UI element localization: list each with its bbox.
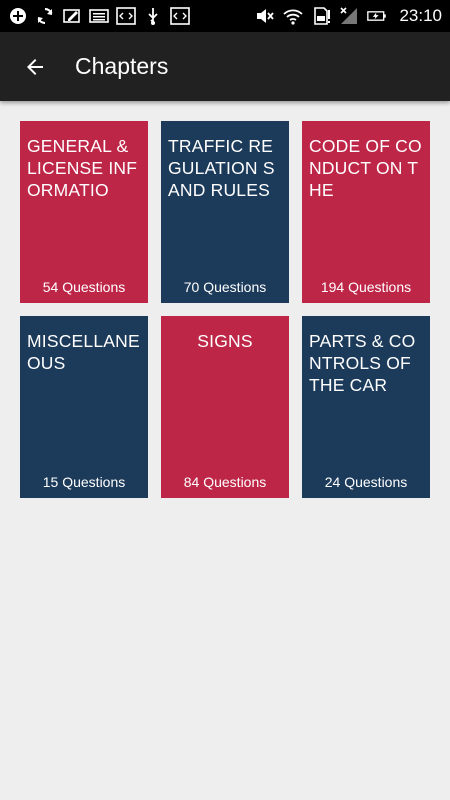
mute-icon <box>255 6 275 26</box>
chapter-title: CODE OF CONDUCT ON THE <box>309 136 422 200</box>
code-icon <box>116 6 136 26</box>
chapter-card[interactable]: PARTS & CONTROLS OF THE CAR 24 Questions <box>302 316 430 498</box>
app-bar: Chapters <box>0 32 450 101</box>
chapter-title: MISCELLANE OUS <box>27 331 140 373</box>
chapters-grid: GENERAL & LICENSE INFORMATIO 54 Question… <box>20 121 430 498</box>
chapter-card[interactable]: TRAFFIC REGULATION S AND RULES 70 Questi… <box>161 121 289 303</box>
chapter-card[interactable]: SIGNS 84 Questions <box>161 316 289 498</box>
code-icon <box>170 6 190 26</box>
chapter-title: GENERAL & LICENSE INFORMATIO <box>27 136 138 200</box>
wifi-icon <box>283 6 304 26</box>
back-button[interactable] <box>0 32 70 101</box>
status-clock: 23:10 <box>399 6 442 25</box>
chapter-card[interactable]: GENERAL & LICENSE INFORMATIO 54 Question… <box>20 121 148 303</box>
question-count: 84 Questions <box>183 474 267 490</box>
question-count: 15 Questions <box>42 474 126 490</box>
arrow-back-icon <box>27 58 43 75</box>
keyboard-icon <box>89 6 109 26</box>
usb-icon <box>143 6 163 26</box>
sync-icon <box>35 6 55 26</box>
battery-charging-icon <box>367 6 387 26</box>
chapter-title: TRAFFIC REGULATION S AND RULES <box>168 136 275 200</box>
chapter-title: SIGNS <box>197 331 253 351</box>
add-box-icon <box>8 6 28 26</box>
question-count: 70 Questions <box>183 279 267 295</box>
question-count: 24 Questions <box>324 474 408 490</box>
chapter-title: PARTS & CONTROLS OF THE CAR <box>309 331 416 395</box>
system-icons: 23:10 <box>255 6 442 26</box>
question-count: 54 Questions <box>42 279 126 295</box>
sd-card-alert-icon <box>311 6 331 26</box>
notification-icons <box>8 6 255 26</box>
question-count: 194 Questions <box>320 279 412 295</box>
chapter-card[interactable]: MISCELLANE OUS 15 Questions <box>20 316 148 498</box>
page-title: Chapters <box>75 53 169 79</box>
edit-box-icon <box>62 6 82 26</box>
chapter-card[interactable]: CODE OF CONDUCT ON THE 194 Questions <box>302 121 430 303</box>
signal-icon <box>339 6 359 26</box>
status-bar: 23:10 <box>0 0 450 32</box>
